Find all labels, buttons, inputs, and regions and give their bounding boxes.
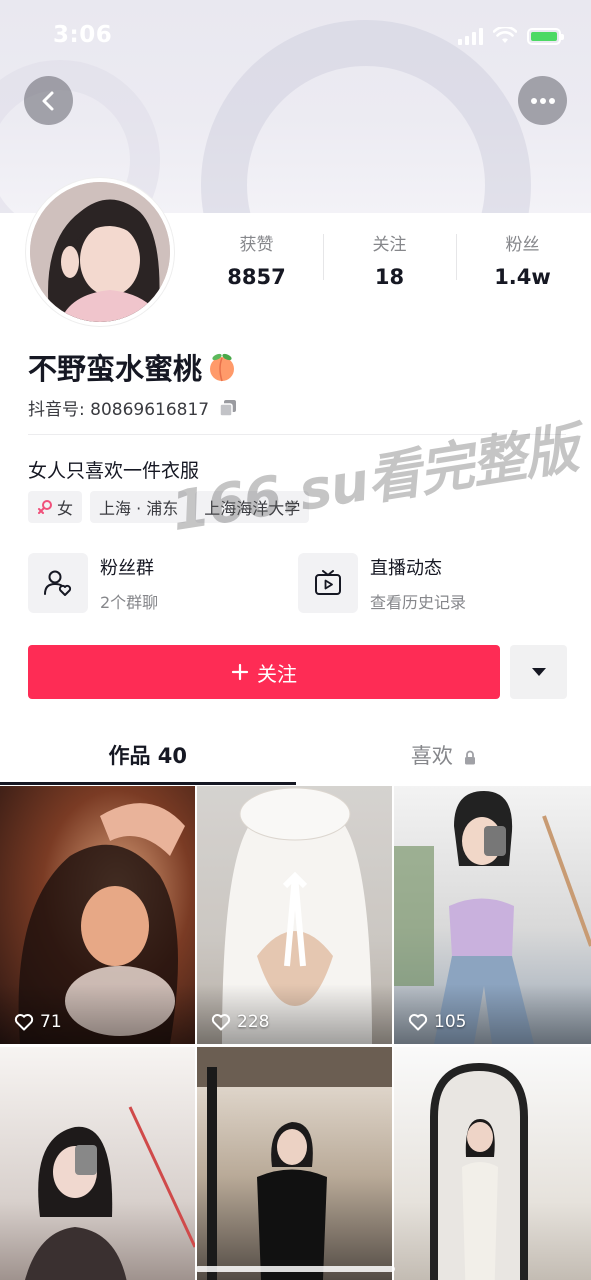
tag-label: 上海 · 浦东: [99, 499, 179, 518]
stat-value: 8857: [227, 265, 286, 289]
chevron-left-icon: [42, 91, 53, 110]
stat-label: 关注: [372, 235, 407, 255]
feature-icon-box: [28, 553, 88, 613]
thumbnail-image: [430, 1062, 528, 1280]
heart-icon: [14, 1014, 34, 1031]
female-icon: [38, 500, 52, 514]
like-count-text: 71: [40, 1012, 62, 1032]
caret-down-icon: [531, 668, 546, 676]
fans-group-icon: [44, 570, 72, 596]
stat-label: 粉丝: [505, 235, 540, 255]
like-count: 105: [408, 1012, 466, 1032]
tab-label: 作品 40: [108, 744, 188, 768]
content-tabs: 作品 40 喜欢: [0, 725, 591, 785]
stat-followers[interactable]: 粉丝 1.4w: [456, 230, 589, 289]
follow-button[interactable]: 关注: [28, 645, 500, 699]
heart-icon: [211, 1014, 231, 1031]
feature-icon-box: [298, 553, 358, 613]
live-replay-icon: [315, 570, 341, 595]
nickname-text: 不野蛮水蜜桃: [28, 352, 203, 386]
stat-value: 1.4w: [494, 265, 551, 289]
follow-label: 关注: [257, 661, 297, 686]
video-thumbnail[interactable]: 228: [197, 786, 392, 1044]
status-icons: [458, 27, 564, 45]
tag-gender: 女: [28, 491, 83, 523]
copy-icon[interactable]: [219, 399, 237, 417]
thumbnail-image: [197, 1047, 392, 1280]
banner-decoration: [201, 20, 531, 213]
plus-icon: [231, 663, 249, 681]
like-count: 228: [211, 1012, 269, 1032]
wifi-icon: [493, 27, 517, 43]
like-count-text: 228: [237, 1012, 270, 1032]
feature-title: 粉丝群: [100, 557, 154, 579]
home-indicator: [195, 1266, 395, 1272]
battery-icon: [527, 27, 564, 45]
peach-icon: [210, 353, 235, 382]
nickname: 不野蛮水蜜桃: [28, 346, 238, 388]
profile-stats: 获赞 8857 关注 18 粉丝 1.4w: [190, 230, 590, 289]
heart-icon: [408, 1014, 428, 1031]
fans-group-entry[interactable]: 粉丝群 2个群聊: [28, 553, 268, 613]
tag-label: 女: [57, 499, 74, 518]
live-history-entry[interactable]: 直播动态 查看历史记录: [298, 553, 538, 613]
like-count: 71: [14, 1012, 62, 1032]
avatar-image: [30, 182, 170, 322]
watermark-text: 166.su看完整版: [167, 416, 582, 544]
douyin-id-label: 抖音号:: [28, 400, 91, 420]
video-thumbnail[interactable]: 105: [394, 786, 591, 1044]
video-thumbnail[interactable]: [394, 1047, 591, 1280]
douyin-id: 80869616817: [90, 400, 210, 420]
recommend-dropdown-button[interactable]: [510, 645, 567, 699]
tab-works[interactable]: 作品 40: [0, 725, 296, 785]
stat-value: 18: [374, 265, 405, 289]
thumbnail-image: [25, 1106, 195, 1280]
feature-subtitle: 查看历史记录: [370, 592, 467, 612]
back-button[interactable]: [24, 76, 73, 125]
feature-subtitle: 2个群聊: [100, 592, 159, 612]
stat-label: 获赞: [239, 235, 274, 255]
stat-following[interactable]: 关注 18: [323, 230, 456, 289]
more-button[interactable]: [518, 76, 567, 125]
more-icon: [530, 97, 555, 104]
like-count-text: 105: [434, 1012, 467, 1032]
tab-label: 喜欢: [410, 744, 453, 768]
feature-title: 直播动态: [370, 557, 442, 579]
signal-icon: [458, 27, 483, 45]
video-thumbnail[interactable]: 71: [0, 786, 195, 1044]
works-grid: 71 228 105: [0, 786, 591, 1280]
lock-icon: [464, 750, 475, 764]
stat-likes[interactable]: 获赞 8857: [190, 230, 323, 289]
video-thumbnail[interactable]: [197, 1047, 392, 1280]
status-time: 3:06: [53, 22, 113, 48]
tab-likes[interactable]: 喜欢: [296, 725, 591, 785]
avatar[interactable]: [26, 178, 174, 326]
profile-features: 粉丝群 2个群聊 直播动态 查看历史记录: [28, 553, 538, 613]
video-thumbnail[interactable]: [0, 1047, 195, 1280]
douyin-id-row: 抖音号: 80869616817: [28, 395, 237, 420]
